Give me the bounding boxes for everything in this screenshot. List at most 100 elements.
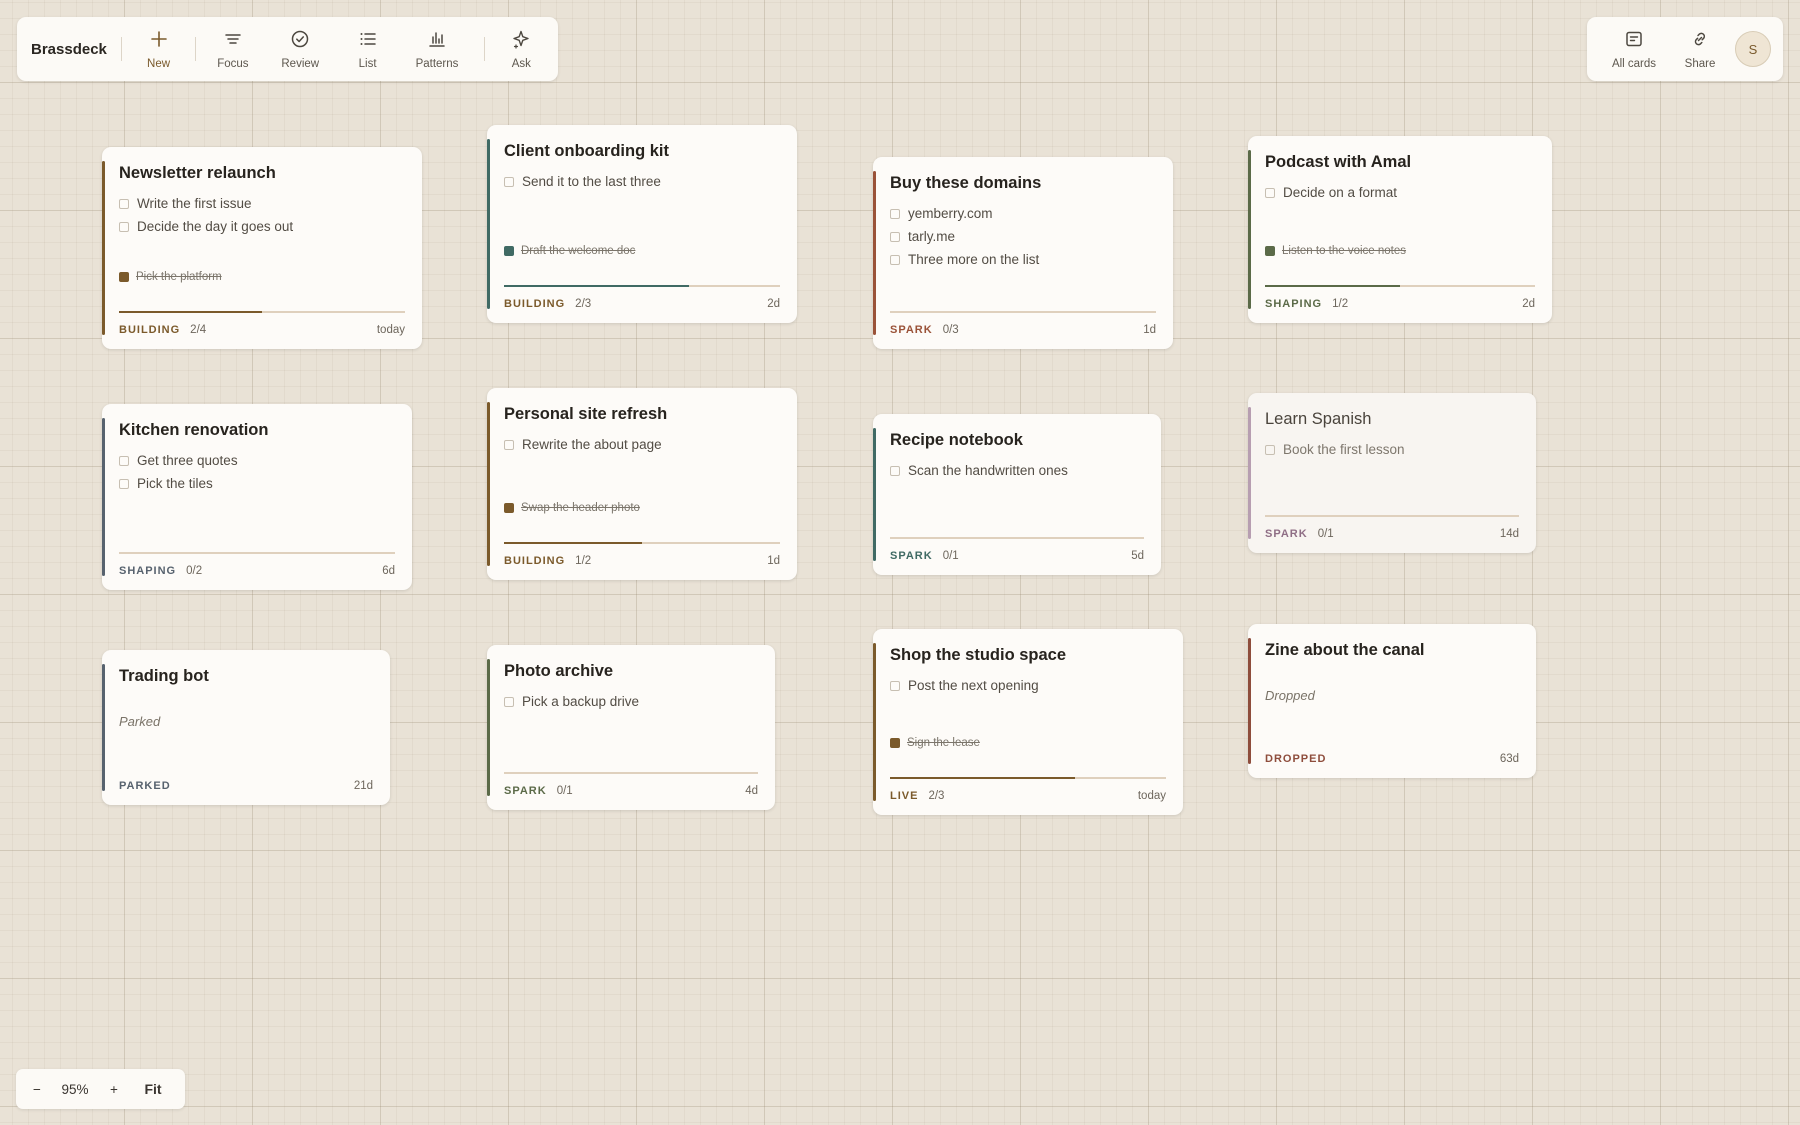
task-item: Three more on the list xyxy=(890,248,1039,271)
task-count: 0/3 xyxy=(942,324,959,336)
card-accent xyxy=(102,161,105,335)
card-age: 14d xyxy=(1499,528,1519,540)
card-recipe-notebook[interactable]: Recipe notebook Scan the handwritten one… xyxy=(873,414,1161,575)
task-checkbox[interactable] xyxy=(1265,444,1275,455)
card-footer: BUILDING 1/2 1d xyxy=(504,555,780,567)
task-checkbox[interactable] xyxy=(119,455,129,466)
task-list: Pick a backup drive xyxy=(504,690,639,713)
task-checkbox[interactable] xyxy=(119,478,129,489)
task-item: Post the next opening xyxy=(890,674,1039,697)
done-checkbox[interactable] xyxy=(890,738,900,748)
card-zine-about-the-canal[interactable]: Zine about the canal Dropped DROPPED 63d xyxy=(1248,624,1536,778)
task-checkbox[interactable] xyxy=(119,221,129,232)
card-age: 5d xyxy=(1131,550,1144,562)
task-item: Rewrite the about page xyxy=(504,433,662,456)
card-shop-the-studio-space[interactable]: Shop the studio space Post the next open… xyxy=(873,629,1183,815)
done-checkbox[interactable] xyxy=(504,246,514,256)
task-label: Book the first lesson xyxy=(1283,442,1405,457)
task-checkbox[interactable] xyxy=(890,680,900,691)
status-badge: SPARK xyxy=(890,550,933,562)
zoom-level: 95% xyxy=(61,1081,89,1097)
main-toolbar: Brassdeck New Focus Review List Patterns… xyxy=(17,17,558,81)
done-checkbox[interactable] xyxy=(1265,246,1275,256)
zoom-in-button[interactable]: + xyxy=(92,1069,136,1109)
status-badge: SPARK xyxy=(890,324,933,336)
completed-task: Swap the header photo xyxy=(504,502,640,514)
all-cards-button[interactable]: All cards xyxy=(1596,17,1672,81)
task-checkbox[interactable] xyxy=(504,696,514,707)
task-checkbox[interactable] xyxy=(119,198,129,209)
task-list: Write the first issue Decide the day it … xyxy=(119,192,293,238)
card-note: Parked xyxy=(119,714,161,729)
list-button[interactable]: List xyxy=(331,17,404,81)
progress-bar xyxy=(504,542,780,544)
card-kitchen-renovation[interactable]: Kitchen renovation Get three quotes Pick… xyxy=(102,404,412,590)
new-label: New xyxy=(147,57,171,70)
list-label: List xyxy=(358,57,377,70)
review-label: Review xyxy=(281,57,320,70)
app-brand: Brassdeck xyxy=(31,40,107,58)
status-badge: LIVE xyxy=(890,790,919,802)
progress-bar xyxy=(890,777,1166,779)
task-item: Book the first lesson xyxy=(1265,438,1405,461)
done-checkbox[interactable] xyxy=(504,503,514,513)
link-icon xyxy=(1690,29,1710,54)
progress-bar xyxy=(119,311,405,313)
sparkle-icon xyxy=(511,29,531,54)
task-checkbox[interactable] xyxy=(890,208,900,219)
progress-bar xyxy=(1265,515,1519,517)
card-footer: PARKED 21d xyxy=(119,780,373,792)
card-client-onboarding-kit[interactable]: Client onboarding kit Send it to the las… xyxy=(487,125,797,323)
task-list: Scan the handwritten ones xyxy=(890,459,1068,482)
card-title: Photo archive xyxy=(504,662,614,680)
task-count: 1/2 xyxy=(575,555,592,567)
status-badge: PARKED xyxy=(119,780,171,792)
task-checkbox[interactable] xyxy=(890,231,900,242)
card-photo-archive[interactable]: Photo archive Pick a backup drive SPARK … xyxy=(487,645,775,810)
card-footer: SHAPING 1/2 2d xyxy=(1265,298,1535,310)
card-title: Kitchen renovation xyxy=(119,421,269,439)
card-age: 2d xyxy=(767,298,780,310)
status-badge: SHAPING xyxy=(119,565,177,577)
focus-button[interactable]: Focus xyxy=(196,17,269,81)
zoom-out-button[interactable]: − xyxy=(16,1069,58,1109)
task-item: tarly.me xyxy=(890,225,1039,248)
review-button[interactable]: Review xyxy=(270,17,331,81)
list-icon xyxy=(358,29,378,54)
status-badge: BUILDING xyxy=(119,324,181,336)
avatar[interactable]: S xyxy=(1735,31,1771,67)
card-trading-bot[interactable]: Trading bot Parked PARKED 21d xyxy=(102,650,390,805)
new-button[interactable]: New xyxy=(122,17,195,81)
task-count: 2/3 xyxy=(928,790,945,802)
task-item: yemberry.com xyxy=(890,202,1039,225)
card-footer: SHAPING 0/2 6d xyxy=(119,565,395,577)
done-checkbox[interactable] xyxy=(119,272,129,282)
card-personal-site-refresh[interactable]: Personal site refresh Rewrite the about … xyxy=(487,388,797,580)
ask-button[interactable]: Ask xyxy=(485,17,558,81)
task-checkbox[interactable] xyxy=(1265,187,1275,198)
share-button[interactable]: Share xyxy=(1672,17,1728,81)
progress-bar xyxy=(504,285,780,287)
progress-bar xyxy=(119,552,395,554)
task-checkbox[interactable] xyxy=(890,254,900,265)
card-podcast-with-amal[interactable]: Podcast with Amal Decide on a format Lis… xyxy=(1248,136,1552,323)
progress-fill xyxy=(504,285,689,287)
card-newsletter-relaunch[interactable]: Newsletter relaunch Write the first issu… xyxy=(102,147,422,349)
progress-bar xyxy=(504,772,758,774)
card-accent xyxy=(1248,407,1251,539)
patterns-button[interactable]: Patterns xyxy=(404,17,469,81)
fit-button[interactable]: Fit xyxy=(136,1069,170,1109)
card-learn-spanish[interactable]: Learn Spanish Book the first lesson SPAR… xyxy=(1248,393,1536,553)
task-list: Get three quotes Pick the tiles xyxy=(119,449,238,495)
task-label: Post the next opening xyxy=(908,678,1039,693)
check-circle-icon xyxy=(290,29,310,54)
task-checkbox[interactable] xyxy=(890,465,900,476)
task-label: Decide the day it goes out xyxy=(137,219,294,234)
task-label: Pick the tiles xyxy=(137,476,213,491)
card-accent xyxy=(1248,638,1251,764)
task-checkbox[interactable] xyxy=(504,176,514,187)
card-footer: SPARK 0/1 4d xyxy=(504,785,758,797)
card-buy-these-domains[interactable]: Buy these domains yemberry.com tarly.me … xyxy=(873,157,1173,349)
status-badge: DROPPED xyxy=(1265,753,1327,765)
task-checkbox[interactable] xyxy=(504,439,514,450)
